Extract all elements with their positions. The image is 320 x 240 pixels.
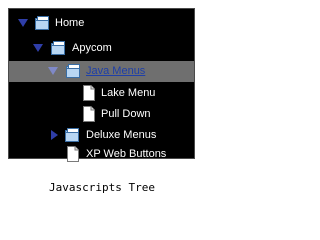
tree-item-label: Home — [55, 17, 85, 29]
tree-item-lake-menu[interactable]: Lake Menu — [9, 83, 194, 104]
folder-icon — [65, 128, 79, 142]
page-icon — [83, 106, 95, 122]
tree-item-label: Java Menus — [86, 65, 146, 77]
page-icon — [83, 85, 95, 101]
tree-item-label: Deluxe Menus — [86, 129, 157, 141]
tree-item-pull-down[interactable]: Pull Down — [9, 104, 194, 125]
expand-arrow-icon[interactable] — [33, 44, 43, 52]
caption: Javascripts Tree — [49, 181, 155, 194]
tree-item-apycom[interactable]: Apycom — [9, 38, 194, 59]
folder-open-icon — [66, 64, 80, 78]
tree-item-home[interactable]: Home — [9, 13, 194, 34]
tree-item-java-menus[interactable]: Java Menus — [9, 61, 194, 82]
folder-open-icon — [35, 16, 49, 30]
tree-menu: Home Apycom Java Menus Lake Menu Pull Do… — [8, 8, 195, 162]
tree-item-label: Lake Menu — [101, 87, 156, 99]
tree-item-xp-web-buttons[interactable]: XP Web Buttons — [9, 144, 194, 165]
tree-item-label: Apycom — [72, 42, 112, 54]
collapsed-arrow-icon[interactable] — [51, 130, 58, 140]
expand-arrow-icon[interactable] — [48, 67, 58, 75]
folder-open-icon — [51, 41, 65, 55]
tree-item-deluxe-menus[interactable]: Deluxe Menus — [9, 125, 194, 146]
page-icon — [67, 146, 79, 162]
expand-arrow-icon[interactable] — [18, 19, 28, 27]
tree-item-label: XP Web Buttons — [86, 148, 167, 160]
tree-item-label: Pull Down — [101, 108, 151, 120]
